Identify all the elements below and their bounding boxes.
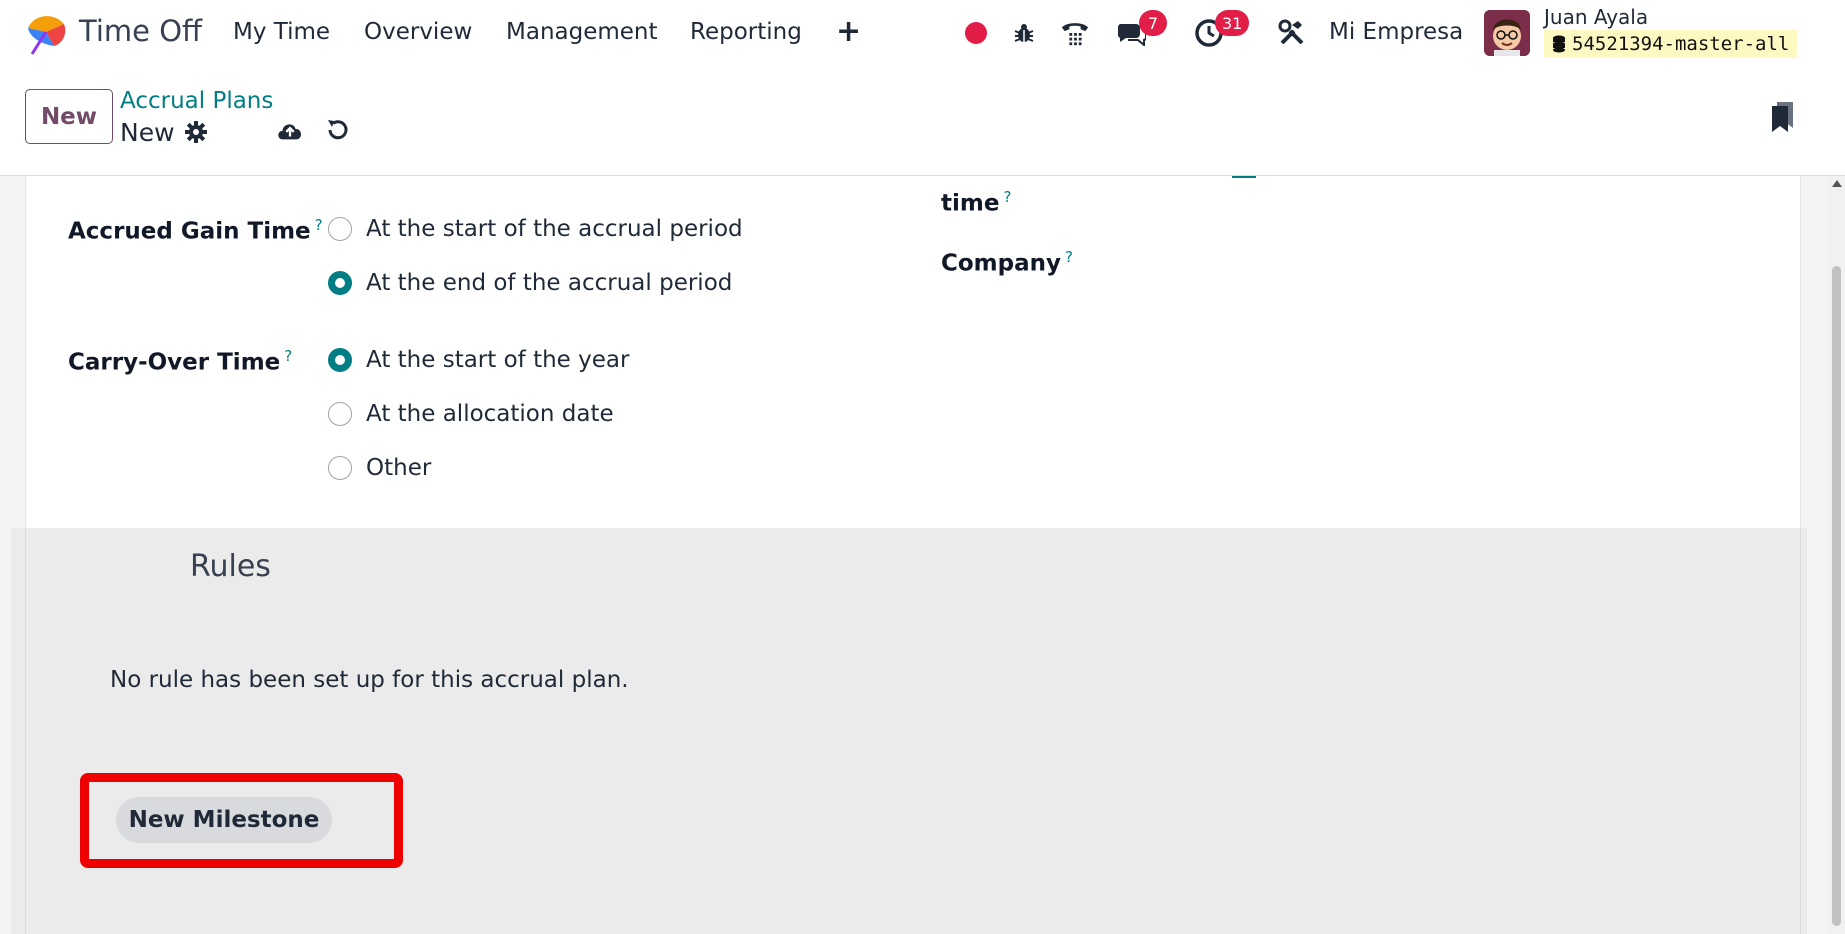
app-name[interactable]: Time Off (79, 14, 202, 48)
breadcrumb-current: New (120, 118, 175, 147)
company-switcher[interactable]: Mi Empresa (1329, 19, 1463, 45)
radio-label: At the end of the accrual period (366, 270, 733, 296)
radio-gain-end[interactable]: At the end of the accrual period (328, 270, 732, 296)
bookmarks-icon[interactable] (1768, 102, 1796, 132)
gear-icon[interactable] (182, 118, 210, 146)
bug-icon[interactable] (1009, 18, 1039, 48)
rules-section (11, 528, 1807, 934)
radio-label: At the start of the year (366, 347, 630, 373)
help-tooltip[interactable]: ? (1065, 248, 1073, 266)
rules-title: Rules (190, 549, 271, 584)
help-tooltip[interactable]: ? (1003, 188, 1011, 206)
menu-overview[interactable]: Overview (364, 19, 472, 45)
radio-button-checked[interactable] (328, 348, 352, 372)
scrollbar[interactable] (1828, 176, 1845, 934)
database-icon (1553, 35, 1565, 53)
record-icon[interactable] (961, 18, 991, 48)
help-tooltip[interactable]: ? (315, 216, 323, 234)
help-tooltip[interactable]: ? (284, 347, 292, 365)
save-cloud-icon[interactable] (276, 116, 304, 144)
activity-badge: 31 (1215, 10, 1250, 36)
radio-label: Other (366, 455, 432, 481)
radio-button-checked[interactable] (328, 271, 352, 295)
chat-badge: 7 (1139, 10, 1167, 36)
discard-icon[interactable] (324, 116, 352, 144)
radio-carry-allocation-date[interactable]: At the allocation date (328, 401, 614, 427)
accrued-gain-time-label: Accrued Gain Time? (68, 216, 323, 245)
radio-label: At the start of the accrual period (366, 216, 743, 242)
rules-empty-message: No rule has been set up for this accrual… (110, 667, 629, 693)
user-name[interactable]: Juan Ayala (1544, 5, 1648, 29)
radio-button[interactable] (328, 402, 352, 426)
top-navbar: Time Off My Time Overview Management Rep… (0, 0, 1845, 66)
menu-reporting[interactable]: Reporting (690, 19, 802, 45)
scroll-up-arrow-icon[interactable] (1832, 180, 1842, 187)
radio-gain-start[interactable]: At the start of the accrual period (328, 216, 743, 242)
user-avatar[interactable] (1484, 10, 1530, 56)
company-field-label: Company? (941, 248, 1073, 277)
field-underline (1232, 176, 1256, 178)
radio-carry-other[interactable]: Other (328, 455, 431, 481)
rules-panel (25, 528, 1801, 934)
database-tag: 54521394-master-all (1544, 30, 1798, 58)
radio-carry-start-year[interactable]: At the start of the year (328, 347, 629, 373)
menu-management[interactable]: Management (506, 19, 658, 45)
radio-button[interactable] (328, 217, 352, 241)
tools-icon[interactable] (1277, 18, 1307, 48)
radio-label: At the allocation date (366, 401, 614, 427)
time-field-label: time? (941, 188, 1012, 217)
scroll-thumb[interactable] (1832, 266, 1841, 926)
plus-icon[interactable]: + (836, 14, 861, 49)
phone-icon[interactable] (1060, 18, 1090, 48)
new-button[interactable]: New (25, 89, 113, 144)
database-name: 54521394-master-all (1572, 33, 1790, 55)
time-off-app-icon[interactable] (24, 10, 68, 56)
control-panel: New Accrual Plans New (0, 66, 1845, 176)
menu-my-time[interactable]: My Time (233, 19, 330, 45)
radio-button[interactable] (328, 456, 352, 480)
carry-over-time-label: Carry-Over Time? (68, 347, 293, 376)
breadcrumb-accrual-plans[interactable]: Accrual Plans (120, 88, 273, 114)
new-milestone-button[interactable]: New Milestone (116, 797, 332, 843)
